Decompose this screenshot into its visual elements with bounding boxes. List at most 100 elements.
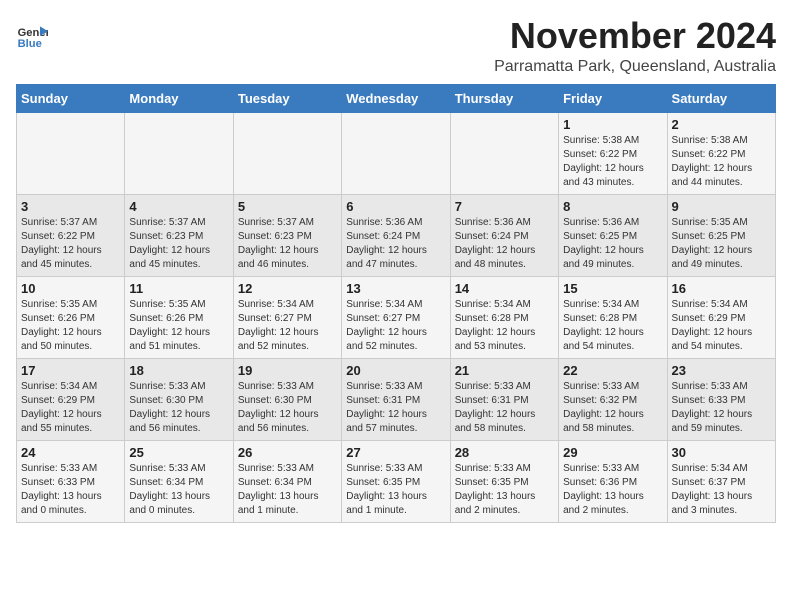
day-info: Sunrise: 5:33 AM Sunset: 6:34 PM Dayligh… xyxy=(129,462,228,518)
week-row-2: 3 Sunrise: 5:37 AM Sunset: 6:22 PM Daylig… xyxy=(17,194,776,276)
header-row: SundayMondayTuesdayWednesdayThursdayFrid… xyxy=(17,84,776,112)
day-info: Sunrise: 5:34 AM Sunset: 6:28 PM Dayligh… xyxy=(563,298,662,354)
week-row-4: 17 Sunrise: 5:34 AM Sunset: 6:29 PM Dayli… xyxy=(17,358,776,440)
calendar-cell: 25 Sunrise: 5:33 AM Sunset: 6:34 PM Dayli… xyxy=(125,440,233,522)
day-info: Sunrise: 5:34 AM Sunset: 6:29 PM Dayligh… xyxy=(672,298,771,354)
day-number: 27 xyxy=(346,445,445,460)
day-info: Sunrise: 5:33 AM Sunset: 6:31 PM Dayligh… xyxy=(346,380,445,436)
day-info: Sunrise: 5:37 AM Sunset: 6:22 PM Dayligh… xyxy=(21,216,120,272)
day-number: 30 xyxy=(672,445,771,460)
day-header-friday: Friday xyxy=(559,84,667,112)
day-info: Sunrise: 5:37 AM Sunset: 6:23 PM Dayligh… xyxy=(129,216,228,272)
calendar-cell: 16 Sunrise: 5:34 AM Sunset: 6:29 PM Dayli… xyxy=(667,276,775,358)
week-row-1: 1Sunrise: 5:38 AM Sunset: 6:22 PM Daylig… xyxy=(17,112,776,194)
calendar-cell: 4 Sunrise: 5:37 AM Sunset: 6:23 PM Daylig… xyxy=(125,194,233,276)
day-number: 10 xyxy=(21,281,120,296)
calendar-cell: 5Sunrise: 5:37 AM Sunset: 6:23 PM Daylig… xyxy=(233,194,341,276)
calendar-cell: 3 Sunrise: 5:37 AM Sunset: 6:22 PM Daylig… xyxy=(17,194,125,276)
calendar-cell: 6 Sunrise: 5:36 AM Sunset: 6:24 PM Daylig… xyxy=(342,194,450,276)
day-number: 16 xyxy=(672,281,771,296)
calendar-cell: 9Sunrise: 5:35 AM Sunset: 6:25 PM Daylig… xyxy=(667,194,775,276)
day-header-tuesday: Tuesday xyxy=(233,84,341,112)
day-number: 29 xyxy=(563,445,662,460)
day-info: Sunrise: 5:33 AM Sunset: 6:31 PM Dayligh… xyxy=(455,380,554,436)
day-info: Sunrise: 5:38 AM Sunset: 6:22 PM Dayligh… xyxy=(672,134,771,190)
day-number: 7 xyxy=(455,199,554,214)
logo: General Blue xyxy=(16,20,48,52)
day-number: 25 xyxy=(129,445,228,460)
month-title: November 2024 xyxy=(494,16,776,56)
day-info: Sunrise: 5:33 AM Sunset: 6:34 PM Dayligh… xyxy=(238,462,337,518)
day-header-wednesday: Wednesday xyxy=(342,84,450,112)
day-info: Sunrise: 5:36 AM Sunset: 6:24 PM Dayligh… xyxy=(346,216,445,272)
calendar-cell: 26 Sunrise: 5:33 AM Sunset: 6:34 PM Dayli… xyxy=(233,440,341,522)
day-number: 23 xyxy=(672,363,771,378)
calendar-cell xyxy=(342,112,450,194)
day-number: 18 xyxy=(129,363,228,378)
day-number: 20 xyxy=(346,363,445,378)
day-number: 12 xyxy=(238,281,337,296)
calendar-cell: 12 Sunrise: 5:34 AM Sunset: 6:27 PM Dayli… xyxy=(233,276,341,358)
day-info: Sunrise: 5:35 AM Sunset: 6:26 PM Dayligh… xyxy=(21,298,120,354)
page-header: General Blue November 2024 Parramatta Pa… xyxy=(16,16,776,76)
day-number: 3 xyxy=(21,199,120,214)
day-number: 19 xyxy=(238,363,337,378)
day-number: 5 xyxy=(238,199,337,214)
calendar-cell xyxy=(233,112,341,194)
calendar-cell: 18 Sunrise: 5:33 AM Sunset: 6:30 PM Dayli… xyxy=(125,358,233,440)
day-number: 17 xyxy=(21,363,120,378)
day-info: Sunrise: 5:33 AM Sunset: 6:36 PM Dayligh… xyxy=(563,462,662,518)
day-number: 6 xyxy=(346,199,445,214)
calendar-cell: 14Sunrise: 5:34 AM Sunset: 6:28 PM Dayli… xyxy=(450,276,558,358)
day-number: 24 xyxy=(21,445,120,460)
day-info: Sunrise: 5:33 AM Sunset: 6:33 PM Dayligh… xyxy=(672,380,771,436)
day-info: Sunrise: 5:34 AM Sunset: 6:37 PM Dayligh… xyxy=(672,462,771,518)
day-info: Sunrise: 5:34 AM Sunset: 6:27 PM Dayligh… xyxy=(238,298,337,354)
calendar-cell: 13 Sunrise: 5:34 AM Sunset: 6:27 PM Dayli… xyxy=(342,276,450,358)
calendar-cell: 24 Sunrise: 5:33 AM Sunset: 6:33 PM Dayli… xyxy=(17,440,125,522)
day-header-sunday: Sunday xyxy=(17,84,125,112)
calendar-cell: 11 Sunrise: 5:35 AM Sunset: 6:26 PM Dayli… xyxy=(125,276,233,358)
day-header-thursday: Thursday xyxy=(450,84,558,112)
calendar-cell: 30 Sunrise: 5:34 AM Sunset: 6:37 PM Dayli… xyxy=(667,440,775,522)
calendar-cell: 29 Sunrise: 5:33 AM Sunset: 6:36 PM Dayli… xyxy=(559,440,667,522)
calendar-cell: 15Sunrise: 5:34 AM Sunset: 6:28 PM Dayli… xyxy=(559,276,667,358)
day-info: Sunrise: 5:34 AM Sunset: 6:29 PM Dayligh… xyxy=(21,380,120,436)
calendar-cell: 27 Sunrise: 5:33 AM Sunset: 6:35 PM Dayli… xyxy=(342,440,450,522)
day-number: 9 xyxy=(672,199,771,214)
day-number: 22 xyxy=(563,363,662,378)
day-info: Sunrise: 5:36 AM Sunset: 6:24 PM Dayligh… xyxy=(455,216,554,272)
day-info: Sunrise: 5:33 AM Sunset: 6:33 PM Dayligh… xyxy=(21,462,120,518)
day-info: Sunrise: 5:33 AM Sunset: 6:35 PM Dayligh… xyxy=(346,462,445,518)
calendar-cell xyxy=(450,112,558,194)
day-info: Sunrise: 5:33 AM Sunset: 6:30 PM Dayligh… xyxy=(238,380,337,436)
day-number: 4 xyxy=(129,199,228,214)
day-number: 2 xyxy=(672,117,771,132)
calendar-cell: 21 Sunrise: 5:33 AM Sunset: 6:31 PM Dayli… xyxy=(450,358,558,440)
day-header-saturday: Saturday xyxy=(667,84,775,112)
calendar-cell: 28 Sunrise: 5:33 AM Sunset: 6:35 PM Dayli… xyxy=(450,440,558,522)
day-number: 28 xyxy=(455,445,554,460)
day-info: Sunrise: 5:33 AM Sunset: 6:35 PM Dayligh… xyxy=(455,462,554,518)
day-number: 26 xyxy=(238,445,337,460)
day-number: 21 xyxy=(455,363,554,378)
day-info: Sunrise: 5:35 AM Sunset: 6:26 PM Dayligh… xyxy=(129,298,228,354)
day-number: 8 xyxy=(563,199,662,214)
calendar-cell: 1Sunrise: 5:38 AM Sunset: 6:22 PM Daylig… xyxy=(559,112,667,194)
location-title: Parramatta Park, Queensland, Australia xyxy=(494,58,776,76)
day-info: Sunrise: 5:33 AM Sunset: 6:32 PM Dayligh… xyxy=(563,380,662,436)
day-number: 13 xyxy=(346,281,445,296)
day-info: Sunrise: 5:33 AM Sunset: 6:30 PM Dayligh… xyxy=(129,380,228,436)
day-info: Sunrise: 5:34 AM Sunset: 6:27 PM Dayligh… xyxy=(346,298,445,354)
day-number: 11 xyxy=(129,281,228,296)
day-info: Sunrise: 5:36 AM Sunset: 6:25 PM Dayligh… xyxy=(563,216,662,272)
svg-text:Blue: Blue xyxy=(18,38,42,50)
calendar-table: SundayMondayTuesdayWednesdayThursdayFrid… xyxy=(16,84,776,523)
title-block: November 2024 Parramatta Park, Queenslan… xyxy=(494,16,776,76)
calendar-cell: 2 Sunrise: 5:38 AM Sunset: 6:22 PM Daylig… xyxy=(667,112,775,194)
logo-icon: General Blue xyxy=(16,20,48,52)
calendar-cell: 17 Sunrise: 5:34 AM Sunset: 6:29 PM Dayli… xyxy=(17,358,125,440)
calendar-cell: 8 Sunrise: 5:36 AM Sunset: 6:25 PM Daylig… xyxy=(559,194,667,276)
calendar-cell: 10 Sunrise: 5:35 AM Sunset: 6:26 PM Dayli… xyxy=(17,276,125,358)
day-header-monday: Monday xyxy=(125,84,233,112)
